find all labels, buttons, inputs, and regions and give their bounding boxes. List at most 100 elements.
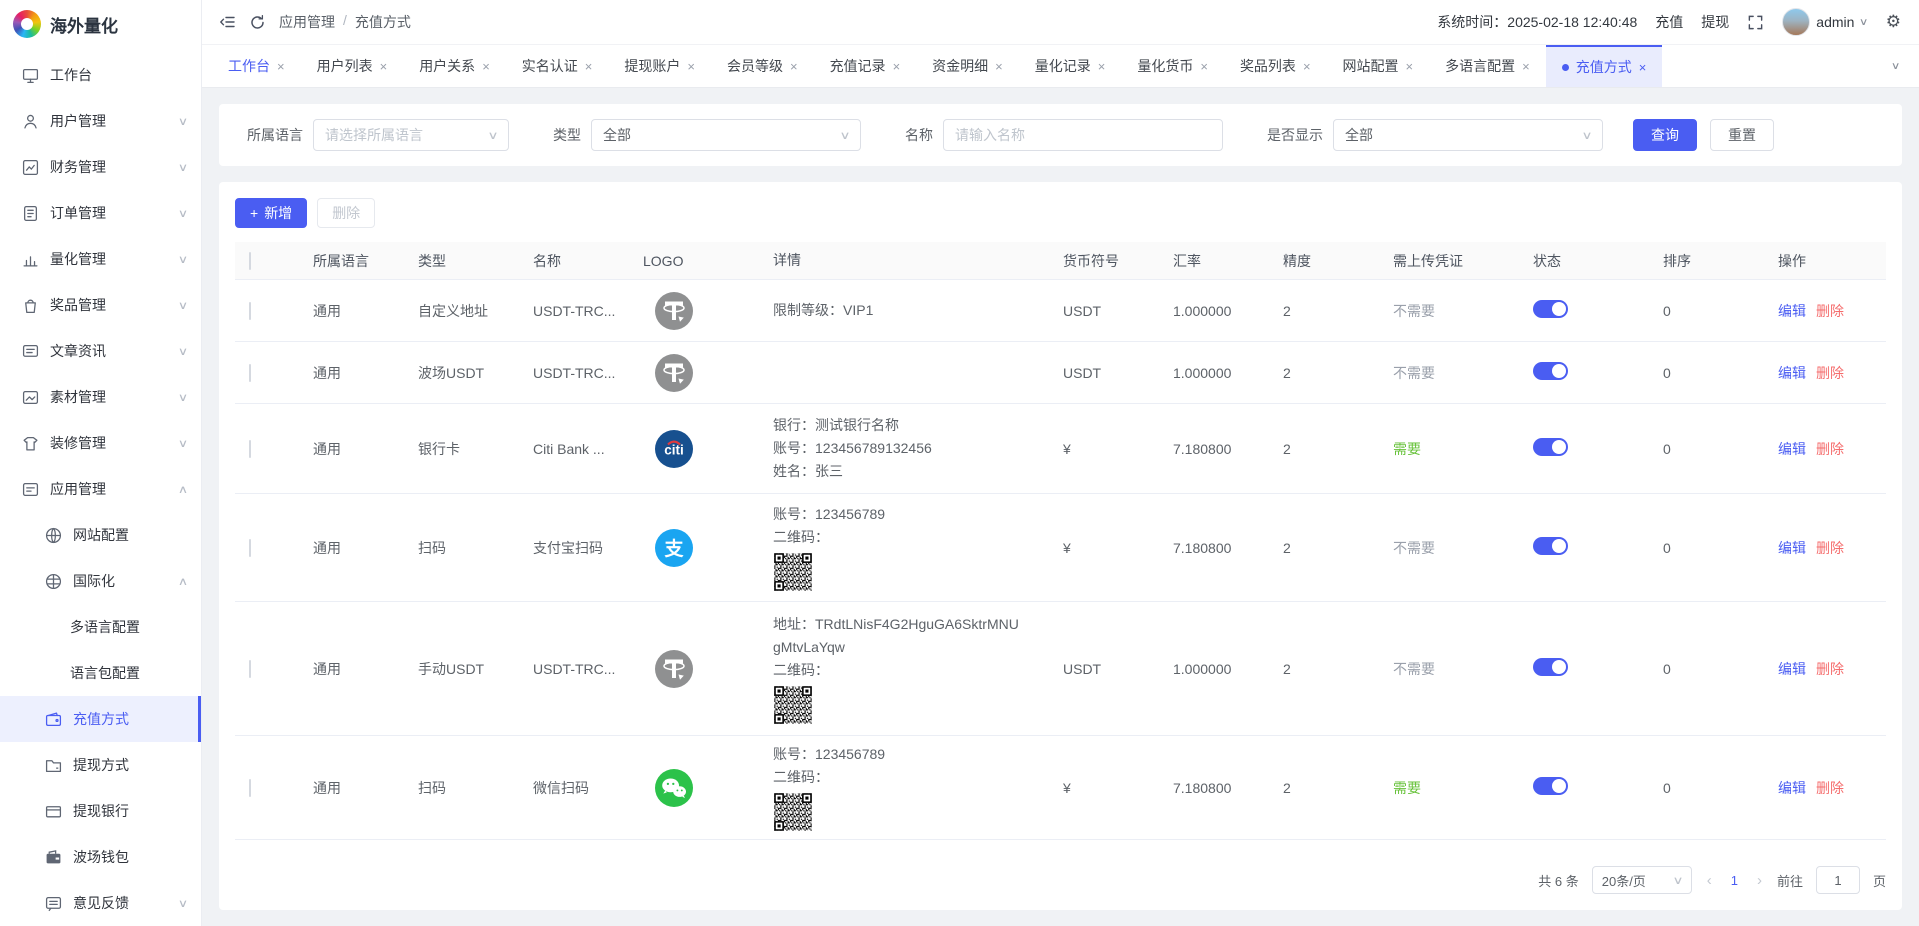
breadcrumb-item[interactable]: 应用管理 — [279, 12, 335, 32]
close-icon[interactable]: × — [1406, 59, 1414, 74]
delete-button[interactable]: 删除 — [317, 198, 375, 228]
status-toggle[interactable] — [1533, 438, 1568, 456]
row-checkbox[interactable] — [249, 779, 251, 797]
sidebar-item-label: 订单管理 — [50, 203, 106, 223]
sidebar-item-decoration[interactable]: 装修管理 ∨ — [0, 420, 201, 466]
tab-recharge-record[interactable]: 充值记录× — [814, 45, 917, 87]
column-header: 名称 — [513, 251, 623, 271]
edit-link[interactable]: 编辑 — [1778, 661, 1806, 677]
refresh-icon[interactable] — [249, 14, 266, 31]
edit-link[interactable]: 编辑 — [1778, 441, 1806, 457]
edit-link[interactable]: 编辑 — [1778, 540, 1806, 556]
sidebar-item-withdraw-bank[interactable]: 提现银行 — [0, 788, 201, 834]
tab-kyc[interactable]: 实名认证× — [506, 45, 609, 87]
status-toggle[interactable] — [1533, 537, 1568, 555]
select-all-checkbox[interactable] — [249, 252, 251, 270]
sidebar-item-i18n[interactable]: 国际化 ∧ — [0, 558, 201, 604]
withdraw-link[interactable]: 提现 — [1701, 12, 1729, 32]
sidebar-item-multilang-config[interactable]: 多语言配置 — [0, 604, 201, 650]
tab-user-list[interactable]: 用户列表× — [301, 45, 404, 87]
close-icon[interactable]: × — [1200, 59, 1208, 74]
close-icon[interactable]: × — [1639, 60, 1647, 75]
delete-link[interactable]: 删除 — [1816, 780, 1844, 796]
sidebar-item-tron-wallet[interactable]: 波场钱包 — [0, 834, 201, 880]
delete-link[interactable]: 删除 — [1816, 441, 1844, 457]
row-checkbox[interactable] — [249, 440, 251, 458]
edit-link[interactable]: 编辑 — [1778, 303, 1806, 319]
tab-withdraw-account[interactable]: 提现账户× — [608, 45, 711, 87]
close-icon[interactable]: × — [380, 59, 388, 74]
monitor-icon — [22, 67, 39, 84]
collapse-sidebar-icon[interactable] — [218, 13, 236, 31]
fullscreen-icon[interactable] — [1747, 14, 1764, 31]
sidebar-item-feedback[interactable]: 意见反馈 ∨ — [0, 880, 201, 926]
status-toggle[interactable] — [1533, 777, 1568, 795]
edit-link[interactable]: 编辑 — [1778, 365, 1806, 381]
goto-page-input[interactable] — [1816, 866, 1860, 894]
tab-quant-currency[interactable]: 量化货币× — [1121, 45, 1224, 87]
recharge-link[interactable]: 充值 — [1655, 12, 1683, 32]
next-page-icon[interactable]: › — [1755, 872, 1764, 889]
status-toggle[interactable] — [1533, 658, 1568, 676]
page-number-current[interactable]: 1 — [1727, 873, 1742, 888]
prev-page-icon[interactable]: ‹ — [1705, 872, 1714, 889]
tab-user-relation[interactable]: 用户关系× — [403, 45, 506, 87]
close-icon[interactable]: × — [1098, 59, 1106, 74]
tab-quant-record[interactable]: 量化记录× — [1019, 45, 1122, 87]
filter-type-select[interactable]: 全部 ∨ — [591, 119, 861, 151]
close-icon[interactable]: × — [1303, 59, 1311, 74]
user-menu[interactable]: admin ∨ — [1782, 8, 1867, 36]
row-checkbox[interactable] — [249, 539, 251, 557]
tab-member-level[interactable]: 会员等级× — [711, 45, 814, 87]
tab-site-config[interactable]: 网站配置× — [1327, 45, 1430, 87]
status-toggle[interactable] — [1533, 362, 1568, 380]
sidebar-item-orders[interactable]: 订单管理 ∨ — [0, 190, 201, 236]
row-checkbox[interactable] — [249, 302, 251, 320]
avatar[interactable] — [1782, 8, 1810, 36]
filter-name-input[interactable] — [943, 119, 1223, 151]
sidebar-item-users[interactable]: 用户管理 ∨ — [0, 98, 201, 144]
filter-language-select[interactable]: 请选择所属语言 ∨ — [313, 119, 509, 151]
filter-visible-select[interactable]: 全部 ∨ — [1333, 119, 1603, 151]
sidebar-item-recharge-method[interactable]: 充值方式 — [0, 696, 201, 742]
tab-recharge-method[interactable]: 充值方式× — [1546, 45, 1663, 87]
sidebar-item-site-config[interactable]: 网站配置 — [0, 512, 201, 558]
sidebar-item-media[interactable]: 素材管理 ∨ — [0, 374, 201, 420]
sidebar-item-articles[interactable]: 文章资讯 ∨ — [0, 328, 201, 374]
close-icon[interactable]: × — [790, 59, 798, 74]
close-icon[interactable]: × — [482, 59, 490, 74]
tab-fund-detail[interactable]: 资金明细× — [916, 45, 1019, 87]
page-size-select[interactable]: 20条/页 ∨ — [1592, 866, 1692, 894]
sidebar-item-workbench[interactable]: 工作台 — [0, 52, 201, 98]
close-icon[interactable]: × — [687, 59, 695, 74]
close-icon[interactable]: × — [585, 59, 593, 74]
close-icon[interactable]: × — [277, 59, 285, 74]
sidebar-item-finance[interactable]: 财务管理 ∨ — [0, 144, 201, 190]
tab-prize-list[interactable]: 奖品列表× — [1224, 45, 1327, 87]
tab-multilang-config[interactable]: 多语言配置× — [1429, 45, 1546, 87]
tab-list-dropdown[interactable]: ∨ — [1872, 45, 1919, 87]
sidebar-item-quant[interactable]: 量化管理 ∨ — [0, 236, 201, 282]
delete-link[interactable]: 删除 — [1816, 303, 1844, 319]
status-toggle[interactable] — [1533, 300, 1568, 318]
sidebar-item-langpack-config[interactable]: 语言包配置 — [0, 650, 201, 696]
sidebar-item-apps[interactable]: 应用管理 ∧ — [0, 466, 201, 512]
close-icon[interactable]: × — [1522, 59, 1530, 74]
delete-link[interactable]: 删除 — [1816, 365, 1844, 381]
edit-link[interactable]: 编辑 — [1778, 780, 1806, 796]
sidebar-item-withdraw-method[interactable]: 提现方式 — [0, 742, 201, 788]
reset-button[interactable]: 重置 — [1710, 119, 1774, 151]
row-checkbox[interactable] — [249, 364, 251, 382]
sidebar-item-label: 用户管理 — [50, 111, 106, 131]
search-button[interactable]: 查询 — [1633, 119, 1697, 151]
gear-icon[interactable]: ⚙ — [1886, 12, 1901, 32]
delete-link[interactable]: 删除 — [1816, 540, 1844, 556]
add-button[interactable]: +新增 — [235, 198, 307, 228]
column-header: 需上传凭证 — [1373, 251, 1513, 271]
sidebar-item-prizes[interactable]: 奖品管理 ∨ — [0, 282, 201, 328]
row-checkbox[interactable] — [249, 660, 251, 678]
delete-link[interactable]: 删除 — [1816, 661, 1844, 677]
close-icon[interactable]: × — [893, 59, 901, 74]
tab-workbench[interactable]: 工作台× — [212, 45, 301, 87]
close-icon[interactable]: × — [995, 59, 1003, 74]
